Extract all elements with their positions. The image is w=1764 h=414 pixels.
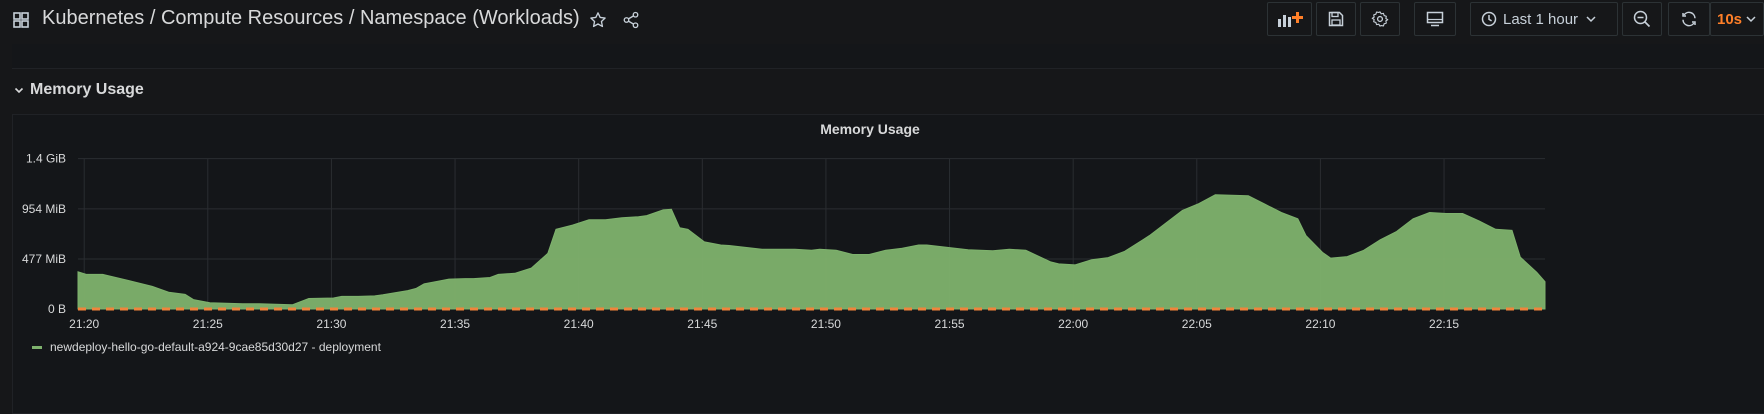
x-tick-label: 22:05 bbox=[1182, 317, 1212, 331]
x-tick-label: 22:15 bbox=[1429, 317, 1459, 331]
x-tick-label: 21:35 bbox=[440, 317, 470, 331]
x-tick-label: 21:30 bbox=[316, 317, 346, 331]
y-tick-label: 477 MiB bbox=[22, 252, 66, 266]
y-tick-label: 0 B bbox=[48, 302, 66, 316]
x-tick-label: 22:00 bbox=[1058, 317, 1088, 331]
x-tick-label: 21:20 bbox=[69, 317, 99, 331]
x-tick-label: 22:10 bbox=[1305, 317, 1335, 331]
x-tick-label: 21:50 bbox=[811, 317, 841, 331]
x-tick-label: 21:45 bbox=[687, 317, 717, 331]
x-tick-label: 21:55 bbox=[935, 317, 965, 331]
x-tick-label: 21:40 bbox=[564, 317, 594, 331]
legend-swatch bbox=[32, 345, 42, 349]
legend: newdeploy-hello-go-default-a924-9cae85d3… bbox=[32, 340, 381, 354]
legend-item-label[interactable]: newdeploy-hello-go-default-a924-9cae85d3… bbox=[50, 340, 381, 354]
y-tick-label: 954 MiB bbox=[22, 202, 66, 216]
y-tick-label: 1.4 GiB bbox=[26, 152, 66, 166]
series-area bbox=[77, 194, 1546, 310]
x-tick-label: 21:25 bbox=[193, 317, 223, 331]
